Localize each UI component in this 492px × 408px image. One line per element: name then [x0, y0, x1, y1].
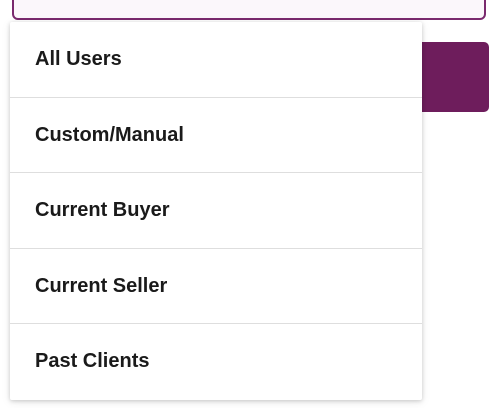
user-type-select[interactable]	[12, 0, 486, 20]
option-label: Current Seller	[35, 275, 168, 297]
option-label: Custom/Manual	[35, 124, 184, 146]
option-all-users[interactable]: All Users	[10, 22, 422, 97]
option-current-seller[interactable]: Current Seller	[10, 249, 422, 324]
option-label: Current Buyer	[35, 199, 170, 221]
screen: All Users Custom/Manual Current Buyer Cu…	[0, 0, 492, 408]
option-label: All Users	[35, 48, 122, 70]
option-current-buyer[interactable]: Current Buyer	[10, 173, 422, 248]
user-type-dropdown-menu: All Users Custom/Manual Current Buyer Cu…	[10, 22, 422, 400]
option-past-clients[interactable]: Past Clients	[10, 324, 422, 399]
option-custom-manual[interactable]: Custom/Manual	[10, 98, 422, 173]
option-label: Past Clients	[35, 350, 150, 372]
